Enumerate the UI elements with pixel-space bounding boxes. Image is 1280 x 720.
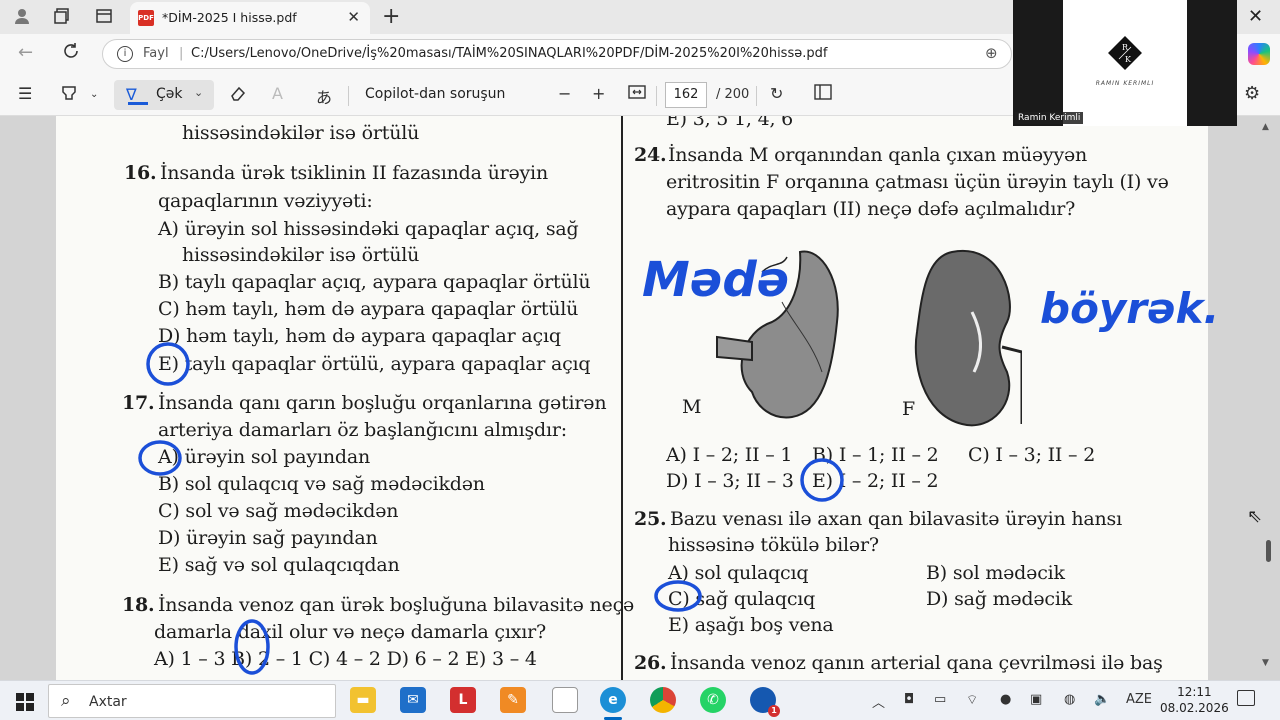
- ink-circle-25c: [654, 580, 702, 612]
- fit-page-icon[interactable]: [628, 84, 646, 104]
- draw-button[interactable]: ∇ Çək ⌄: [114, 80, 214, 110]
- microphone-icon[interactable]: ●: [1000, 692, 1011, 707]
- system-clock[interactable]: 12:11 08.02.2026: [1160, 684, 1229, 716]
- page-number-input[interactable]: 162: [665, 82, 707, 108]
- draw-label: Çək: [156, 86, 183, 102]
- toolbar-divider: [348, 86, 349, 106]
- search-icon: ⌕: [61, 691, 71, 711]
- webcam-name-label: Ramin Kerimli: [1015, 112, 1084, 124]
- whatsapp-icon[interactable]: ✆: [700, 687, 726, 713]
- pdf-file-icon: PDF: [138, 10, 154, 26]
- back-arrow-icon[interactable]: ←: [18, 42, 33, 63]
- zoom-icon[interactable]: ⊕: [985, 44, 998, 62]
- url-scheme-label: Fayl: [143, 46, 169, 61]
- copilot-icon[interactable]: [1248, 43, 1270, 65]
- ink-circle-18b: [234, 619, 270, 675]
- draw-active-indicator: [128, 102, 148, 105]
- svg-text:R: R: [1122, 43, 1129, 52]
- read-aloud-icon[interactable]: A: [272, 84, 283, 103]
- battery-icon[interactable]: ▭: [934, 692, 946, 707]
- zoom-in-icon[interactable]: +: [592, 84, 605, 103]
- ink-circle-24e: [800, 458, 844, 502]
- ink-circle-16e: [146, 342, 190, 386]
- page-total: / 200: [716, 87, 750, 102]
- close-tab-icon[interactable]: ✕: [347, 8, 360, 26]
- tab-title: *DİM-2025 I hissə.pdf: [162, 10, 297, 25]
- page-view-icon[interactable]: [814, 84, 832, 104]
- clock-date: 08.02.2026: [1160, 701, 1229, 715]
- translate-icon[interactable]: あ: [316, 84, 332, 108]
- wifi-icon[interactable]: ⌔: [966, 692, 978, 708]
- toolbar-divider: [656, 86, 657, 106]
- rk-logo-icon: R K: [1108, 36, 1142, 70]
- tab-pdf-document[interactable]: PDF *DİM-2025 I hissə.pdf ✕: [130, 2, 370, 34]
- tab-actions-icon[interactable]: [94, 7, 114, 27]
- highlight-chevron-icon[interactable]: ⌄: [90, 89, 98, 100]
- svg-text:K: K: [1125, 55, 1132, 64]
- highlight-icon[interactable]: [60, 84, 78, 106]
- camera-icon[interactable]: ▣: [1030, 692, 1042, 707]
- ink-annotations: [138, 342, 844, 675]
- draw-chevron-icon[interactable]: ⌄: [194, 86, 203, 99]
- scroll-down-icon[interactable]: ▼: [1262, 658, 1269, 668]
- webcam-logo-card: R K RAMIN KERIMLI: [1063, 0, 1187, 126]
- webcam-overlay: R K RAMIN KERIMLI Ramin Kerimli: [1013, 0, 1237, 126]
- meet-now-icon[interactable]: ◘: [904, 692, 914, 707]
- zoom-app-icon[interactable]: 1: [750, 687, 780, 717]
- windows-taskbar: ⌕ Axtar ▬ ✉ L ✎ e ✆ 1 ︿ ◘ ▭ ⌔ ● ▣ ◍ 🔈 AZ…: [0, 680, 1280, 720]
- info-icon[interactable]: i: [117, 46, 133, 62]
- zoom-out-icon[interactable]: −: [558, 84, 571, 103]
- document-app-icon[interactable]: [552, 687, 578, 713]
- url-text[interactable]: C:/Users/Lenovo/OneDrive/İş%20masası/TAİ…: [191, 46, 827, 61]
- contents-list-icon[interactable]: ☰: [18, 84, 32, 103]
- reload-icon[interactable]: [62, 42, 80, 65]
- mouse-pointer-icon: ⇖: [1247, 506, 1263, 527]
- vertical-scrollbar[interactable]: ▲ ▼: [1262, 116, 1274, 680]
- show-hidden-icons-icon[interactable]: ︿: [872, 692, 885, 711]
- eraser-icon[interactable]: [228, 84, 246, 106]
- chrome-icon[interactable]: [650, 687, 676, 713]
- settings-gear-icon[interactable]: ⚙: [1244, 83, 1260, 104]
- notification-badge: 1: [768, 705, 780, 717]
- ink-note-stomach: Mədə: [642, 252, 790, 308]
- rotate-icon[interactable]: ↻: [770, 84, 783, 103]
- network-status-icon[interactable]: ◍: [1064, 692, 1075, 707]
- notification-center-icon[interactable]: [1237, 690, 1255, 706]
- new-tab-icon[interactable]: +: [382, 4, 400, 29]
- logo-caption: RAMIN KERIMLI: [1095, 80, 1155, 87]
- copilot-ask-button[interactable]: Copilot-dan soruşun: [365, 86, 505, 102]
- taskbar-search-input[interactable]: ⌕ Axtar: [48, 684, 336, 718]
- app-l-icon[interactable]: L: [450, 687, 476, 713]
- volume-icon[interactable]: 🔈: [1094, 692, 1110, 707]
- language-indicator[interactable]: AZE: [1126, 692, 1152, 707]
- url-separator: |: [179, 46, 184, 61]
- ink-circle-17a: [138, 440, 182, 476]
- ink-note-kidney: böyrək.: [1040, 284, 1220, 333]
- windows-start-icon[interactable]: [16, 693, 34, 711]
- workspaces-icon[interactable]: [52, 7, 72, 27]
- profile-icon[interactable]: [12, 7, 32, 27]
- paint-app-icon[interactable]: ✎: [500, 687, 526, 713]
- file-explorer-icon[interactable]: ▬: [350, 687, 376, 713]
- scrollbar-thumb[interactable]: [1266, 540, 1271, 562]
- edge-browser-icon[interactable]: e: [600, 687, 626, 713]
- search-placeholder: Axtar: [89, 694, 127, 710]
- scroll-up-icon[interactable]: ▲: [1262, 122, 1269, 132]
- toolbar-divider: [756, 86, 757, 106]
- mail-icon[interactable]: ✉: [400, 687, 426, 713]
- pdf-viewport[interactable]: hissəsindəkilər isə örtülü 16. İnsanda ü…: [0, 116, 1280, 680]
- clock-time: 12:11: [1177, 685, 1212, 699]
- url-field[interactable]: i Fayl | C:/Users/Lenovo/OneDrive/İş%20m…: [102, 39, 1012, 69]
- window-close-icon[interactable]: ✕: [1248, 6, 1263, 27]
